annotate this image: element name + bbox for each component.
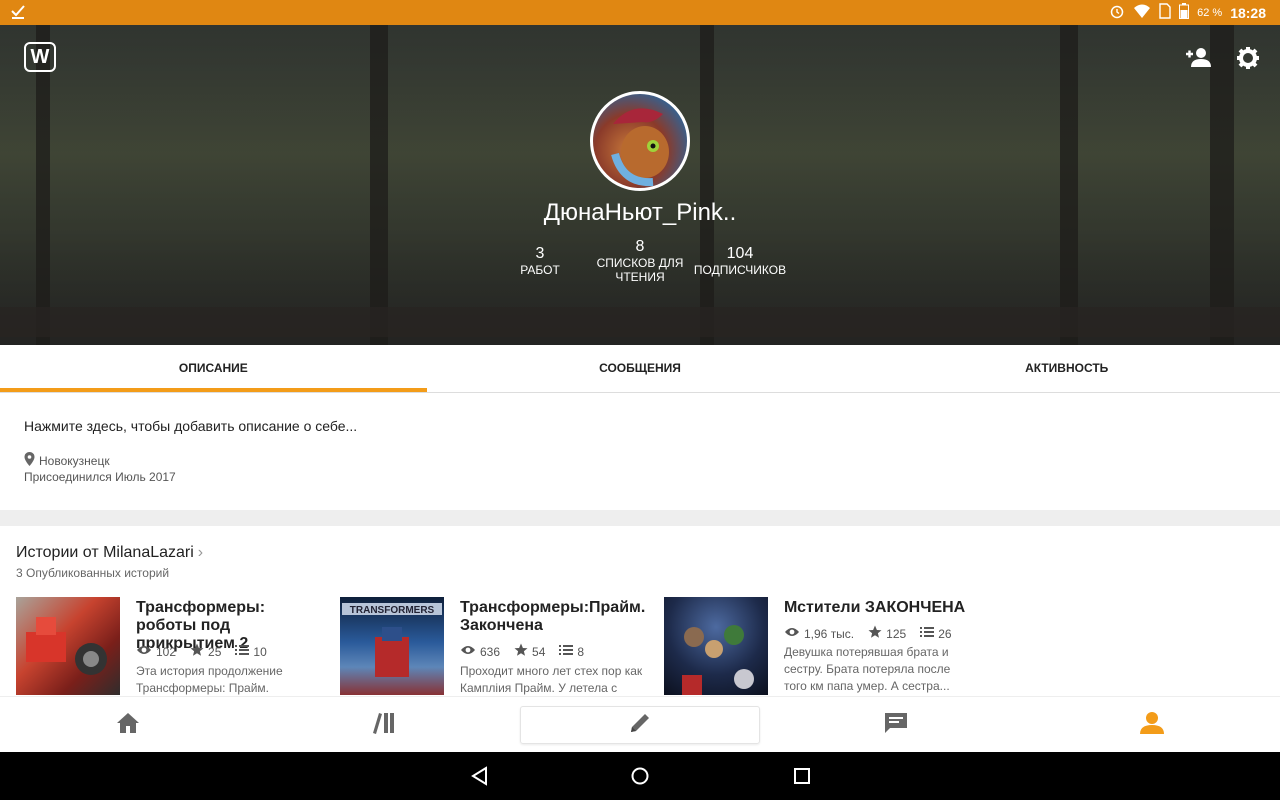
wattpad-logo-icon[interactable]: W [24,42,56,72]
story-votes: 25 [208,644,222,659]
stories-section-title[interactable]: Истории от MilanaLazari › [16,544,203,562]
story-cover [16,597,120,695]
story-card[interactable]: TRANSFORMERS Трансформеры:Прайм. Законче… [340,597,650,695]
follow-user-icon[interactable] [1183,43,1213,73]
stat-reading-lists-label: СПИСКОВ ДЛЯ ЧТЕНИЯ [596,256,684,284]
nav-library[interactable] [256,697,512,753]
background-rail [0,307,1280,337]
story-reads: 102 [156,644,177,659]
stat-reading-lists-value: 8 [635,238,645,255]
story-parts: 10 [253,644,267,659]
svg-text:TRANSFORMERS: TRANSFORMERS [350,605,435,616]
home-circle-icon[interactable] [628,764,652,788]
battery-percent: 62 % [1197,6,1223,19]
location: Новокузнецк [24,452,110,469]
list-icon [559,644,574,659]
tab-description[interactable]: ОПИСАНИЕ [0,345,427,392]
background-post [700,25,714,345]
background-post [370,25,388,345]
star-icon [190,643,204,660]
background-post [36,25,50,345]
stat-reading-lists[interactable]: 8 СПИСКОВ ДЛЯ ЧТЕНИЯ [585,238,695,284]
home-icon [115,711,141,740]
clock: 18:28 [1230,4,1266,21]
story-parts: 26 [938,626,952,641]
story-stats: 1,96 тыс. 125 26 [784,625,952,642]
back-icon[interactable] [468,764,492,788]
profile-icon [1139,711,1165,740]
list-icon [920,626,935,641]
chevron-right-icon: › [197,544,204,561]
story-description: Эта история продолжение Трансформеры: Пр… [136,664,283,695]
download-done-icon [10,3,26,22]
story-title: Мстители ЗАКОНЧЕНА [784,599,966,616]
list-icon [235,644,250,659]
story-description: Девушка потерявшая брата и сестру. Брата… [784,645,951,693]
background-post [1210,25,1234,345]
nav-write[interactable] [520,706,760,744]
story-card[interactable]: Трансформеры: роботы под прикрытием 2 10… [16,597,326,695]
library-icon [371,711,397,740]
story-cover: TRANSFORMERS [340,597,444,695]
nav-messages[interactable] [768,697,1024,753]
section-divider [0,510,1280,526]
eye-icon [460,644,476,659]
story-cover [664,597,768,695]
settings-gear-icon[interactable] [1233,43,1263,73]
story-title: Трансформеры:Прайм. Закончена [460,599,646,634]
background-post [1060,25,1078,345]
story-parts: 8 [577,644,585,659]
wifi-icon [1133,3,1151,22]
sim-icon [1159,3,1171,22]
stat-works-value: 3 [535,245,545,262]
stat-followers-value: 104 [726,245,754,262]
story-reads: 636 [480,644,501,659]
battery-icon [1179,3,1190,22]
location-text: Новокузнецк [39,453,110,468]
nav-home[interactable] [0,697,256,753]
star-icon [868,625,882,642]
nav-profile[interactable] [1024,697,1280,753]
alarm-icon [1109,3,1125,22]
system-navigation-bar [0,752,1280,800]
star-icon [514,643,528,660]
tab-activity[interactable]: АКТИВНОСТЬ [853,345,1280,392]
story-card[interactable]: Мстители ЗАКОНЧЕНА 1,96 тыс. 125 26 Деву… [664,597,974,695]
stat-followers-label: ПОДПИСЧИКОВ [693,263,787,277]
story-stats: 636 54 8 [460,643,584,660]
avatar[interactable] [590,91,690,191]
story-reads: 1,96 тыс. [804,626,855,641]
story-stats: 102 25 10 [136,643,267,660]
bottom-navigation [0,696,1280,752]
stories-count: 3 Опубликованных историй [16,566,170,580]
joined-date: Присоединился Июль 2017 [24,470,176,484]
add-description-prompt[interactable]: Нажмите здесь, чтобы добавить описание о… [24,418,357,434]
stat-works[interactable]: 3 РАБОТ [485,245,595,277]
eye-icon [136,644,152,659]
location-pin-icon [24,452,35,469]
profile-header: W ДюнаНьют_Pink.. 3 РАБОТ 8 СПИСКОВ ДЛЯ … [0,25,1280,345]
stat-followers[interactable]: 104 ПОДПИСЧИКОВ [685,245,795,277]
tab-messages[interactable]: СООБЩЕНИЯ [427,345,854,392]
recents-square-icon[interactable] [790,764,814,788]
story-votes: 54 [532,644,546,659]
profile-username: ДюнаНьют_Pink.. [543,199,737,226]
eye-icon [784,626,800,641]
status-bar: 62 % 18:28 [0,0,1280,25]
profile-tabs: ОПИСАНИЕ СООБЩЕНИЯ АКТИВНОСТЬ [0,345,1280,393]
story-votes: 125 [886,626,907,641]
stat-works-label: РАБОТ [520,263,560,277]
story-description: Проходит много лет стех пор как Кампліия… [460,664,643,695]
stories-title-text: Истории от MilanaLazari [16,544,194,561]
pencil-icon [627,710,653,741]
chat-icon [883,711,909,740]
